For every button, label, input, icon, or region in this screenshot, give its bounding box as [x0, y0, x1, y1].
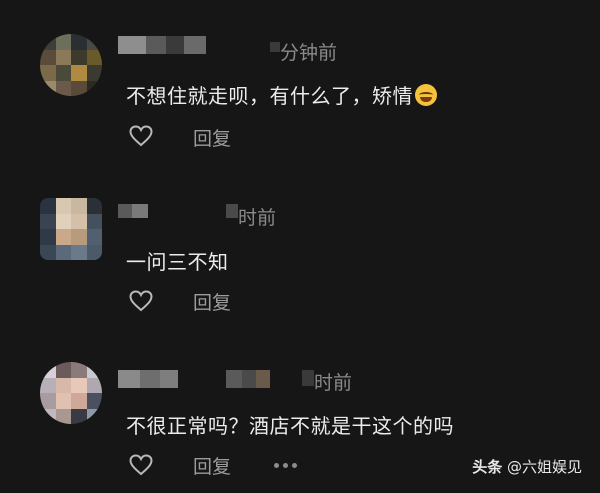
- laughing-crying-emoji-icon: [415, 84, 437, 106]
- more-options-icon[interactable]: [274, 463, 297, 468]
- username-blur: [302, 370, 314, 386]
- heart-icon: [129, 454, 153, 476]
- timestamp: 分钟前: [280, 42, 338, 64]
- avatar[interactable]: [40, 362, 102, 424]
- heart-icon: [129, 290, 153, 312]
- comment-text: 不想住就走呗，有什么了，矫情: [126, 80, 437, 109]
- like-button[interactable]: [128, 287, 154, 315]
- like-button[interactable]: [128, 122, 154, 150]
- comment-item: 时前 一问三不知 回复: [0, 170, 600, 330]
- heart-icon: [129, 125, 153, 147]
- reply-button[interactable]: 回复: [193, 124, 231, 151]
- watermark: 头条 @六姐娱见: [472, 456, 582, 477]
- avatar[interactable]: [40, 198, 102, 260]
- comment-text: 不很正常吗？酒店不就是干这个的吗: [126, 414, 454, 438]
- comment-text: 一问三不知: [126, 250, 229, 274]
- username[interactable]: [118, 36, 206, 54]
- username-blur: [226, 370, 270, 388]
- like-button[interactable]: [128, 451, 154, 479]
- username-blur: [226, 204, 238, 218]
- reply-button[interactable]: 回复: [193, 288, 231, 315]
- username[interactable]: [118, 204, 148, 218]
- username[interactable]: [118, 370, 178, 388]
- username-blur: [270, 42, 280, 52]
- timestamp: 时前: [314, 372, 353, 394]
- timestamp: 时前: [238, 207, 277, 229]
- watermark-account: @六姐娱见: [506, 458, 582, 476]
- watermark-brand: 头条: [472, 458, 503, 476]
- reply-button[interactable]: 回复: [193, 452, 231, 479]
- comment-item: 分钟前 不想住就走呗，有什么了，矫情 回复: [0, 0, 600, 160]
- avatar[interactable]: [40, 34, 102, 96]
